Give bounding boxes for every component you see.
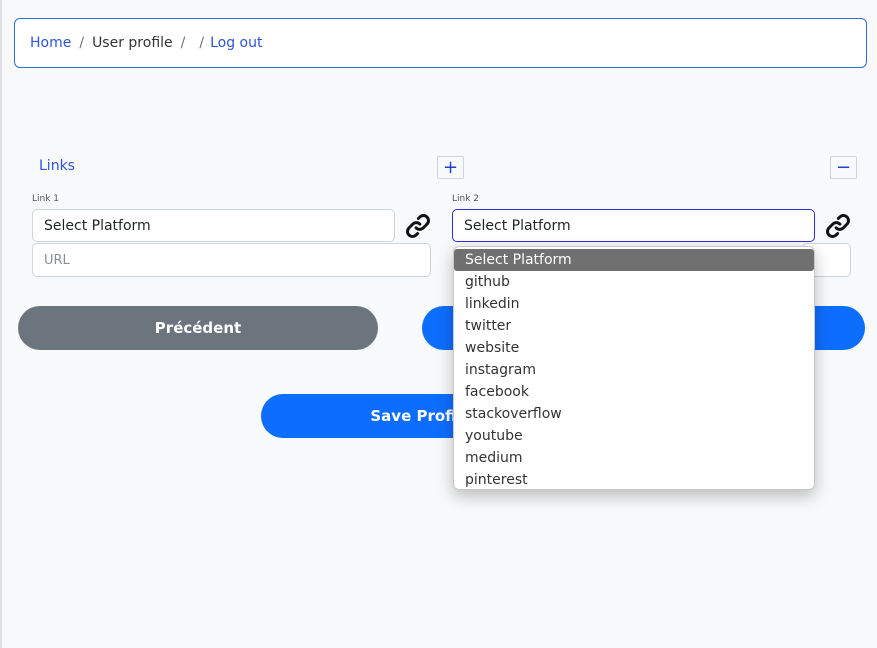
link-1-platform-select[interactable]: Select Platform [32, 209, 395, 242]
dropdown-option[interactable]: instagram [454, 359, 814, 381]
dropdown-option[interactable]: stackoverflow [454, 403, 814, 425]
dropdown-option[interactable]: youtube [454, 425, 814, 447]
links-section-title: Links [39, 158, 75, 174]
dropdown-option[interactable]: github [454, 271, 814, 293]
remove-link-button[interactable]: − [830, 156, 857, 179]
link-icon[interactable] [823, 211, 853, 241]
link-1-label: Link 1 [32, 194, 60, 204]
dropdown-option[interactable]: facebook [454, 381, 814, 403]
dropdown-option[interactable]: Select Platform [454, 249, 814, 271]
link-icon[interactable] [403, 211, 433, 241]
breadcrumb-logout-link[interactable]: Log out [210, 35, 262, 51]
breadcrumb-current: User profile [92, 35, 173, 51]
add-link-button[interactable]: + [437, 156, 464, 179]
dropdown-option[interactable]: linkedin [454, 293, 814, 315]
link-2-platform-select[interactable]: Select Platform [452, 209, 815, 242]
breadcrumb-separator: / [199, 35, 205, 51]
breadcrumb-separator: / [180, 35, 186, 51]
dropdown-option[interactable]: website [454, 337, 814, 359]
platform-dropdown: Select Platform github linkedin twitter … [453, 246, 815, 490]
link-2-label: Link 2 [452, 194, 480, 204]
dropdown-option[interactable]: pinterest [454, 469, 814, 489]
dropdown-option[interactable]: twitter [454, 315, 814, 337]
link-1-url-input[interactable]: URL [32, 243, 431, 277]
breadcrumb: Home / User profile / / Log out [14, 18, 867, 68]
breadcrumb-home-link[interactable]: Home [30, 35, 71, 51]
previous-button[interactable]: Précédent [18, 306, 378, 350]
breadcrumb-separator: / [79, 35, 85, 51]
dropdown-option[interactable]: medium [454, 447, 814, 469]
